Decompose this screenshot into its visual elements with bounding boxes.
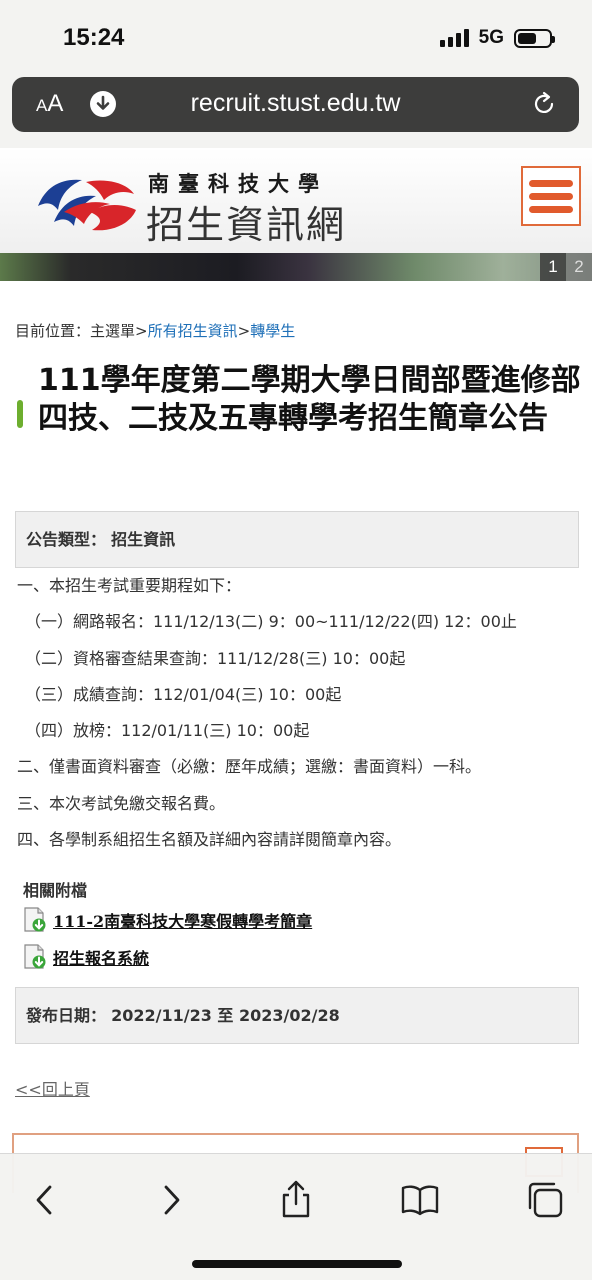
publish-date-label: 發布日期： [26,1006,107,1025]
breadcrumb-category[interactable]: 所有招生資訊 [148,322,238,340]
attachment-item[interactable]: 111-2南臺科技大學寒假轉學考簡章 [23,907,312,933]
tabs-icon[interactable] [524,1178,568,1222]
breadcrumb: 目前位置：主選單>所有招生資訊>轉學生 [15,322,296,340]
announcement-type-box: 公告類型： 招生資訊 [15,511,579,568]
body-line: 四、各學制系組招生名額及詳細內容請詳閱簡章內容。 [17,830,402,850]
network-type: 5G [478,27,504,48]
signal-icon [439,29,469,47]
status-time: 15:24 [63,24,125,51]
bookmarks-icon[interactable] [398,1178,442,1222]
title-marker [17,400,23,428]
attachment-link-registration[interactable]: 招生報名系統 [53,945,149,969]
body-line: 一、本招生考試重要期程如下： [17,576,242,595]
announcement-body: 一、本招生考試重要期程如下： （一）網路報名：111/12/13(二) 9：00… [17,575,587,865]
breadcrumb-prefix: 目前位置： [15,322,91,340]
reload-icon[interactable] [531,91,557,121]
body-line: （四）放榜：112/01/11(三) 10：00起 [25,721,310,741]
status-indicators: 5G [439,27,555,49]
hamburger-menu-icon[interactable] [521,166,581,226]
university-logo[interactable] [34,172,138,240]
url-bar[interactable]: AA recruit.stust.edu.tw [12,77,579,132]
home-indicator [192,1260,402,1268]
share-icon[interactable] [274,1178,318,1222]
body-line: 二、僅書面資料審查（必繳：歷年成績；選繳：書面資料）一科。 [17,757,482,777]
back-link[interactable]: <<回上頁 [15,1076,90,1100]
battery-icon [514,28,555,48]
banner-carousel[interactable]: 1 2 [0,253,592,281]
body-line: （二）資格審查結果查詢：111/12/28(三) 10：00起 [25,648,406,668]
site-header: 南臺科技大學 招生資訊網 [0,148,592,253]
body-line: 三、本次考試免繳交報名費。 [17,793,226,813]
announcement-type-value: 招生資訊 [111,530,176,549]
breadcrumb-home[interactable]: 主選單 [90,322,135,340]
breadcrumb-current[interactable]: 轉學生 [250,322,295,340]
body-line: （一）網路報名：111/12/13(二) 9：00~111/12/22(四) 1… [25,612,517,632]
forward-icon[interactable] [150,1178,194,1222]
url-text[interactable]: recruit.stust.edu.tw [12,89,579,118]
site-name-big: 招生資訊網 [146,203,347,247]
attachment-item[interactable]: 招生報名系統 [23,944,149,970]
banner-page-1[interactable]: 1 [540,253,566,281]
file-download-icon [23,944,47,970]
page-title: 111學年度第二學期大學日間部暨進修部四技、二技及五專轉學考招生簡章公告 [38,363,581,436]
announcement-type-label: 公告類型： [26,530,107,549]
banner-pagination: 1 2 [540,253,592,281]
body-line: （三）成績查詢：112/01/04(三) 10：00起 [25,684,342,704]
file-download-icon [23,907,47,933]
attachment-link-brochure[interactable]: 111-2南臺科技大學寒假轉學考簡章 [53,908,312,932]
publish-date-value: 2022/11/23 至 2023/02/28 [111,1006,340,1025]
publish-date-box: 發布日期： 2022/11/23 至 2023/02/28 [15,987,579,1044]
browser-chrome: 15:24 5G AA recruit.stust.edu.tw [0,0,592,148]
back-icon[interactable] [22,1178,66,1222]
attachments-heading: 相關附檔 [23,881,88,900]
banner-page-2[interactable]: 2 [566,253,592,281]
